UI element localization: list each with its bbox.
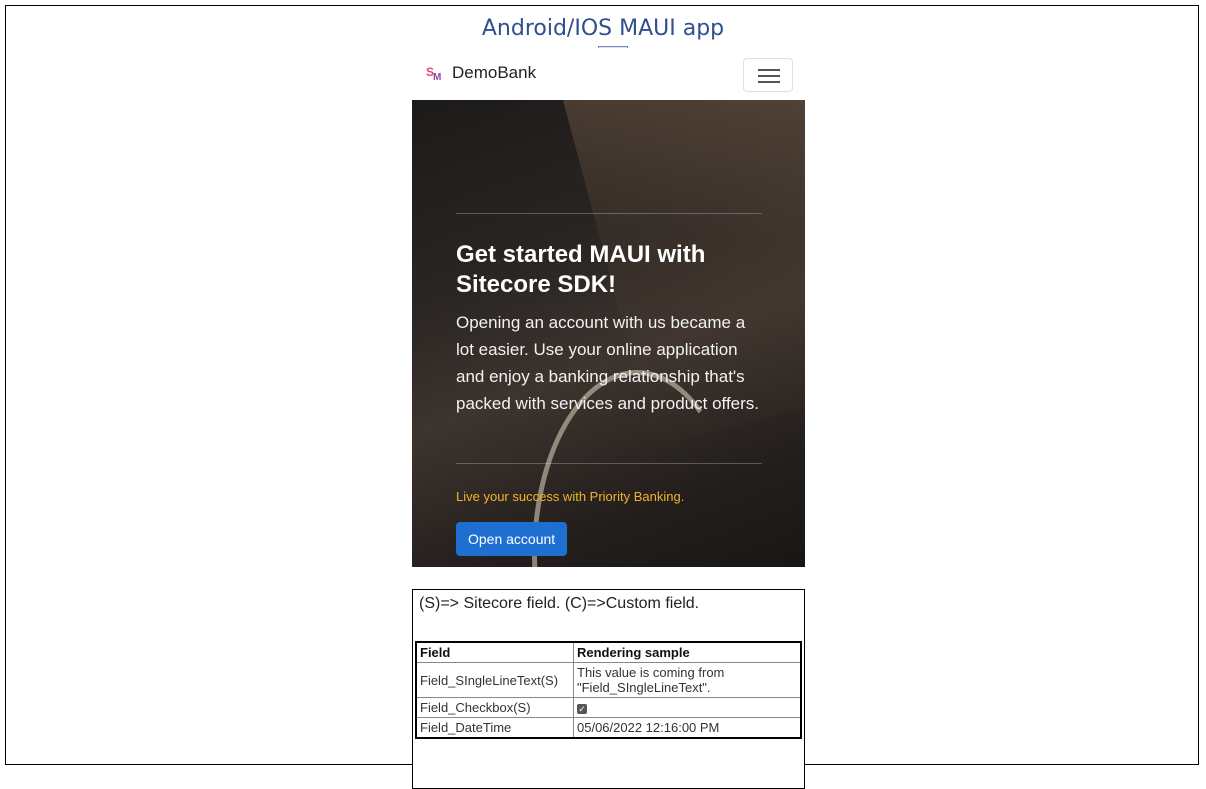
- fields-legend: (S)=> Sitecore field. (C)=>Custom field.: [419, 595, 700, 612]
- phone-screen: SM DemoBank Get started MAUI with Siteco…: [412, 48, 805, 789]
- table-row: Field_DateTime 05/06/2022 12:16:00 PM: [415, 717, 802, 739]
- hero-banner: Get started MAUI with Sitecore SDK! Open…: [412, 100, 805, 567]
- table-row: Field_Checkbox(S) ✓: [415, 697, 802, 718]
- hamburger-menu-button[interactable]: [743, 58, 793, 92]
- open-account-button[interactable]: Open account: [456, 522, 568, 556]
- hamburger-bar: [758, 75, 780, 77]
- hamburger-menu-icon: [758, 69, 780, 71]
- rendering-sample-cell: This value is coming from "Field_SIngleL…: [573, 662, 802, 698]
- field-name-cell: Field_Checkbox(S): [415, 697, 574, 718]
- document-caption: Android/IOS MAUI app: [481, 16, 725, 41]
- logo-letter-s: S: [426, 65, 434, 79]
- fields-panel: (S)=> Sitecore field. (C)=>Custom field.…: [412, 589, 805, 789]
- brand-name[interactable]: DemoBank: [452, 63, 536, 83]
- rendering-sample-cell: 05/06/2022 12:16:00 PM: [573, 717, 802, 739]
- rendering-sample-cell: ✓: [573, 697, 802, 718]
- demobank-logo-icon[interactable]: SM: [426, 65, 441, 83]
- hero-divider-bottom: [456, 463, 762, 464]
- hero-divider-top: [456, 213, 762, 214]
- hamburger-bar: [758, 81, 780, 83]
- fields-table: Field Rendering sample Field_SIngleLineT…: [415, 641, 802, 739]
- logo-letter-m: M: [433, 72, 441, 83]
- column-header-rendering-sample: Rendering sample: [573, 641, 802, 663]
- table-row: Field_SIngleLineText(S) This value is co…: [415, 662, 802, 698]
- hero-body: Opening an account with us became a lot …: [456, 313, 760, 413]
- navbar: SM DemoBank: [412, 48, 805, 100]
- field-name-cell: Field_SIngleLineText(S): [415, 662, 574, 698]
- table-header-row: Field Rendering sample: [415, 641, 802, 663]
- column-header-field: Field: [415, 641, 574, 663]
- checked-checkbox-icon[interactable]: ✓: [577, 704, 587, 714]
- hero-tagline: Live your success with Priority Banking.: [456, 489, 685, 504]
- hero-title: Get started MAUI with Sitecore SDK!: [456, 241, 706, 298]
- field-name-cell: Field_DateTime: [415, 717, 574, 739]
